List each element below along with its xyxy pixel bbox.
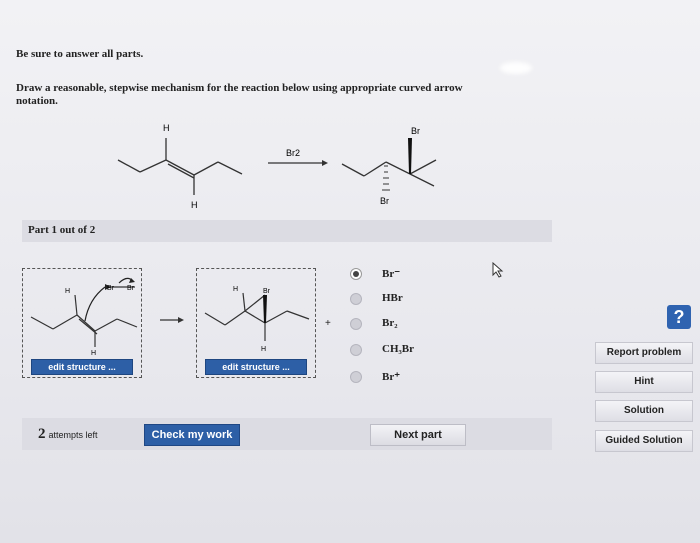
attempts-text: attempts left: [48, 430, 98, 440]
wedge-bond: [408, 138, 412, 174]
structure-2-br: Br: [263, 288, 271, 295]
option-label-ch3br: CH₃Br: [382, 343, 415, 355]
reactant-h-bottom: H: [191, 200, 198, 210]
report-problem-button[interactable]: Report problem: [595, 342, 693, 364]
help-button[interactable]: ?: [667, 305, 691, 329]
radio-br2[interactable]: [350, 318, 362, 330]
structure-box-1[interactable]: H H Br Br edit structure ...: [22, 268, 142, 378]
radio-br-plus[interactable]: [350, 371, 362, 383]
radio-br-minus[interactable]: [350, 268, 362, 280]
attempts-left: 2 attempts left: [38, 426, 98, 443]
option-label-hbr: HBr: [382, 292, 403, 304]
option-label-br2: Br₂: [382, 317, 398, 329]
option-label-br-minus: Br⁻: [382, 268, 401, 280]
reaction-drawing: H H Br2 Br Br: [117, 123, 437, 210]
plus-sign: +: [325, 318, 331, 329]
structure-2-h-bottom: H: [261, 346, 266, 353]
structure-1-br-a: Br: [107, 285, 115, 292]
structure-1-drawing: H H Br Br: [30, 277, 138, 357]
structure-1-h-bottom: H: [91, 350, 96, 357]
hint-button[interactable]: Hint: [595, 371, 693, 393]
reagent-label: Br2: [286, 148, 300, 158]
check-my-work-button[interactable]: Check my work: [144, 424, 240, 446]
reactant-h-top: H: [163, 123, 170, 133]
structure-1-h-top: H: [65, 288, 70, 295]
next-part-button[interactable]: Next part: [370, 424, 466, 446]
bottom-bar: 2 attempts left Check my work Next part: [22, 418, 552, 450]
guided-solution-button[interactable]: Guided Solution: [595, 430, 693, 452]
instruction-line-2: Draw a reasonable, stepwise mechanism fo…: [16, 82, 463, 94]
instruction-line-1: Be sure to answer all parts.: [16, 48, 144, 60]
structure-2-drawing: H H Br: [204, 286, 310, 353]
reactant-molecule: [117, 138, 243, 195]
screen-glare: [500, 62, 532, 74]
option-label-br-plus: Br⁺: [382, 371, 401, 383]
radio-ch3br[interactable]: [350, 344, 362, 356]
product-br-top: Br: [411, 126, 420, 136]
structure-1-br-b: Br: [127, 285, 135, 292]
page: Be sure to answer all parts. Draw a reas…: [0, 0, 700, 543]
radio-hbr[interactable]: [350, 293, 362, 305]
solution-button[interactable]: Solution: [595, 400, 693, 422]
edit-structure-button-2[interactable]: edit structure ...: [205, 359, 307, 375]
structure-2-h-top: H: [233, 286, 238, 293]
part-label: Part 1 out of 2: [28, 224, 96, 236]
structure-box-2[interactable]: H H Br edit structure ...: [196, 268, 316, 378]
part-header: Part 1 out of 2: [22, 220, 552, 242]
instruction-line-3: notation.: [16, 95, 58, 107]
mouse-cursor-icon: [492, 261, 504, 283]
product-br-bottom: Br: [380, 196, 389, 206]
mechanism-arrow: [160, 312, 184, 330]
edit-structure-button-1[interactable]: edit structure ...: [31, 359, 133, 375]
reaction-scheme: H H Br2 Br Br: [110, 120, 490, 215]
product-molecule: [341, 159, 437, 187]
attempts-count: 2: [38, 426, 46, 442]
